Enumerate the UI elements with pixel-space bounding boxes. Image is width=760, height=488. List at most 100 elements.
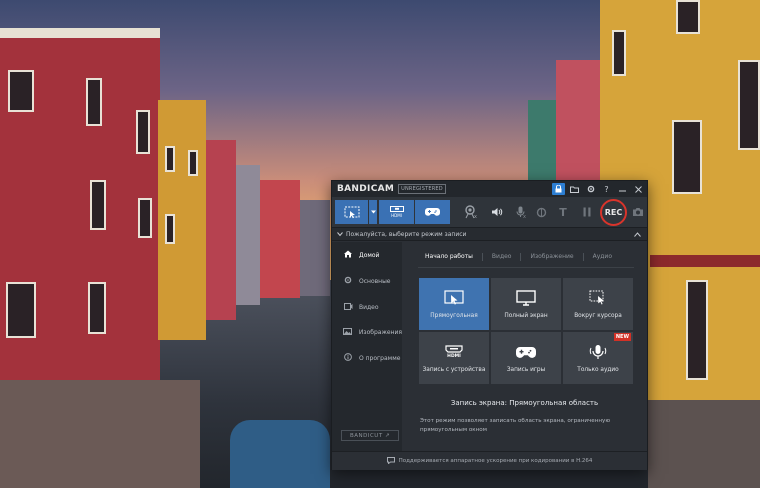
mode-prompt-bar[interactable]: Пожалуйста, выберите режим записи bbox=[332, 228, 647, 241]
mode-label: Запись игры bbox=[506, 367, 546, 373]
rectangle-select-icon bbox=[443, 289, 465, 307]
wallpaper-boat bbox=[230, 420, 330, 488]
lock-icon[interactable] bbox=[552, 183, 565, 195]
mode-device[interactable]: HDMI Запись с устройства bbox=[419, 332, 489, 384]
hdmi-icon: HDMI bbox=[443, 343, 465, 361]
tab-audio[interactable]: Аудио bbox=[584, 253, 621, 261]
image-icon bbox=[343, 327, 353, 337]
chevron-down-icon bbox=[337, 232, 343, 237]
chevron-down-icon bbox=[370, 210, 376, 214]
cursor-area-icon bbox=[587, 289, 609, 307]
hdmi-icon: HDMI bbox=[389, 206, 404, 218]
mode-game[interactable]: Запись игры bbox=[491, 332, 561, 384]
mode-prompt-text: Пожалуйста, выберите режим записи bbox=[346, 230, 467, 238]
tab-divider bbox=[418, 267, 634, 268]
close-icon[interactable] bbox=[632, 183, 645, 195]
svg-text:x: x bbox=[523, 214, 526, 218]
logo-cam: CAM bbox=[370, 184, 395, 194]
video-icon bbox=[343, 302, 353, 312]
wallpaper-building-mid2 bbox=[236, 165, 260, 305]
mode-fullscreen[interactable]: Полный экран bbox=[491, 278, 561, 330]
wallpaper-building-mid bbox=[206, 140, 236, 320]
wallpaper-window bbox=[686, 280, 708, 380]
wallpaper-window bbox=[676, 0, 700, 34]
wallpaper-awning bbox=[650, 255, 760, 267]
svg-text:x: x bbox=[474, 214, 477, 219]
settings-icon[interactable] bbox=[584, 183, 597, 195]
screen-mode-dropdown[interactable] bbox=[369, 200, 377, 224]
sidebar-item-label: О программе bbox=[359, 354, 401, 362]
tab-bar: Начало работы Видео Изображение Аудио bbox=[402, 250, 647, 264]
home-icon bbox=[343, 250, 353, 260]
chevron-up-icon[interactable] bbox=[634, 232, 641, 237]
screen-mode-button[interactable] bbox=[335, 200, 368, 224]
tab-getting-started[interactable]: Начало работы bbox=[416, 253, 483, 261]
minimize-icon[interactable] bbox=[616, 183, 629, 195]
mode-rectangle[interactable]: Прямоугольная bbox=[419, 278, 489, 330]
sidebar: Домой Основные Видео Изображения О прогр… bbox=[332, 242, 402, 451]
microphone-icon bbox=[587, 343, 609, 361]
webcam-icon[interactable]: x bbox=[460, 203, 482, 221]
title-bar-controls: ? bbox=[549, 181, 645, 197]
wallpaper-window bbox=[138, 198, 152, 238]
mode-grid: Прямоугольная Полный экран Вокруг курсор… bbox=[419, 278, 633, 384]
mode-label: Прямоугольная bbox=[430, 313, 478, 319]
wallpaper-window bbox=[6, 282, 36, 338]
unregistered-badge: UNREGISTERED bbox=[398, 184, 446, 194]
help-icon[interactable]: ? bbox=[600, 183, 613, 195]
monitor-icon bbox=[515, 289, 537, 307]
sidebar-item-images[interactable]: Изображения bbox=[332, 322, 402, 342]
footer-text: Поддерживается аппаратное ускорение при … bbox=[398, 458, 593, 464]
mode-description-text: Этот режим позволяет записать область эк… bbox=[420, 418, 611, 433]
gear-icon bbox=[343, 276, 353, 286]
sidebar-item-video[interactable]: Видео bbox=[332, 297, 402, 317]
wallpaper-window bbox=[165, 146, 175, 172]
status-footer: Поддерживается аппаратное ускорение при … bbox=[332, 451, 647, 470]
wallpaper-walkway-right bbox=[648, 400, 760, 488]
gamepad-icon bbox=[515, 343, 537, 361]
logo-bandi: BANDI bbox=[337, 184, 371, 194]
speaker-icon[interactable] bbox=[488, 203, 506, 221]
sidebar-item-home[interactable]: Домой bbox=[332, 245, 402, 265]
hdmi-label: HDMI bbox=[391, 213, 402, 218]
mode-audio-only[interactable]: NEW Только аудио bbox=[563, 332, 633, 384]
wallpaper-window bbox=[612, 30, 626, 76]
game-mode-button[interactable] bbox=[415, 200, 450, 224]
sidebar-item-label: Основные bbox=[359, 277, 391, 285]
device-mode-button[interactable]: HDMI bbox=[379, 200, 414, 224]
pause-icon[interactable] bbox=[578, 203, 596, 221]
wallpaper-window bbox=[90, 180, 106, 230]
record-button[interactable]: REC bbox=[600, 199, 627, 226]
wallpaper-building-mid4 bbox=[300, 200, 330, 296]
hdmi-label: HDMI bbox=[447, 354, 461, 359]
sidebar-item-label: Видео bbox=[359, 303, 379, 311]
chat-icon bbox=[386, 456, 395, 466]
info-icon bbox=[343, 353, 353, 363]
microphone-icon[interactable]: x bbox=[512, 203, 530, 221]
mode-around-cursor[interactable]: Вокруг курсора bbox=[563, 278, 633, 330]
camera-icon[interactable] bbox=[629, 203, 647, 221]
rectangle-select-icon bbox=[344, 206, 359, 218]
sidebar-item-general[interactable]: Основные bbox=[332, 271, 402, 291]
tab-video[interactable]: Видео bbox=[483, 253, 522, 261]
main-panel: Начало работы Видео Изображение Аудио Пр… bbox=[402, 242, 647, 451]
wallpaper-building-roof bbox=[0, 28, 160, 38]
wallpaper-window bbox=[165, 214, 175, 244]
bandicut-button[interactable]: BANDICUT ↗ bbox=[341, 430, 399, 441]
mode-label: Только аудио bbox=[577, 367, 619, 373]
tab-image[interactable]: Изображение bbox=[521, 253, 584, 261]
wallpaper-window bbox=[188, 150, 198, 176]
text-icon[interactable]: T bbox=[554, 203, 572, 221]
sidebar-item-label: Изображения bbox=[358, 328, 402, 336]
wallpaper-window bbox=[672, 120, 702, 194]
gamepad-icon bbox=[425, 208, 440, 216]
title-bar[interactable]: BANDICAM UNREGISTERED ? bbox=[332, 181, 647, 197]
new-badge: NEW bbox=[613, 333, 631, 341]
sidebar-item-label: Домой bbox=[359, 251, 380, 259]
draw-icon[interactable] bbox=[532, 203, 550, 221]
folder-icon[interactable] bbox=[568, 183, 581, 195]
wallpaper-walkway-left bbox=[0, 380, 200, 488]
mode-label: Полный экран bbox=[504, 313, 548, 319]
wallpaper-window bbox=[136, 110, 150, 154]
sidebar-item-about[interactable]: О программе bbox=[332, 348, 402, 368]
